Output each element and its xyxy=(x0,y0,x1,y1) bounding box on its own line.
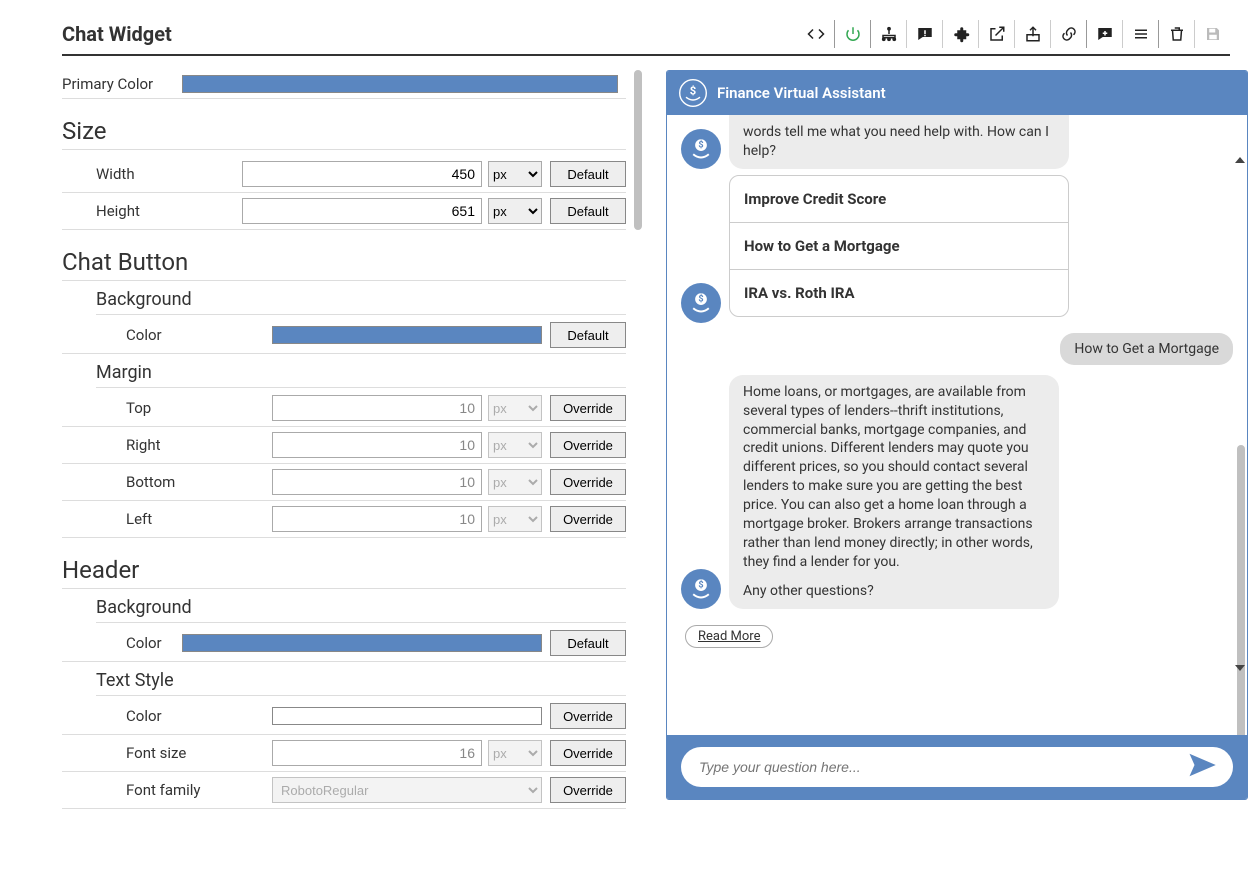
margin-bottom-unit[interactable]: px xyxy=(488,469,542,495)
link-icon[interactable] xyxy=(1050,20,1086,48)
width-input[interactable] xyxy=(242,161,482,187)
chat-header: $ Finance Virtual Assistant xyxy=(667,71,1247,115)
primary-color-label: Primary Color xyxy=(62,75,182,93)
puzzle-icon[interactable] xyxy=(942,20,978,48)
quick-reply-option[interactable]: Improve Credit Score xyxy=(730,176,1068,222)
chat-button-bg-default-button[interactable]: Default xyxy=(550,322,626,348)
page-title: Chat Widget xyxy=(62,22,172,46)
width-unit[interactable]: px xyxy=(488,161,542,187)
header-bg-color-swatch[interactable] xyxy=(182,634,542,652)
text-color-override-button[interactable]: Override xyxy=(550,703,626,729)
size-heading: Size xyxy=(62,117,626,150)
assistant-greeting: words tell me what you need help with. H… xyxy=(729,115,1069,169)
font-size-override-button[interactable]: Override xyxy=(550,740,626,766)
margin-top-label: Top xyxy=(62,399,272,417)
height-default-button[interactable]: Default xyxy=(550,198,626,224)
width-label: Width xyxy=(62,165,242,183)
power-icon[interactable] xyxy=(834,20,870,48)
primary-color-swatch[interactable] xyxy=(182,75,618,93)
settings-panel: Primary Color Size Width px Default Heig… xyxy=(62,70,642,830)
chat-scroll-up-icon[interactable] xyxy=(1235,157,1245,163)
chat-button-bg-heading: Background xyxy=(96,289,626,315)
header-bg-color-label: Color xyxy=(62,634,182,652)
header-heading: Header xyxy=(62,556,626,589)
add-comment-icon[interactable] xyxy=(1086,20,1122,48)
font-size-unit[interactable]: px xyxy=(488,740,542,766)
open-in-new-icon[interactable] xyxy=(978,20,1014,48)
margin-left-input[interactable] xyxy=(272,506,482,532)
svg-text:$: $ xyxy=(698,579,703,590)
font-family-override-button[interactable]: Override xyxy=(550,777,626,803)
chat-button-bg-color-swatch[interactable] xyxy=(272,326,542,344)
quick-reply-option[interactable]: How to Get a Mortgage xyxy=(730,222,1068,269)
margin-right-input[interactable] xyxy=(272,432,482,458)
comment-icon[interactable] xyxy=(906,20,942,48)
chat-scrollbar-thumb[interactable] xyxy=(1237,445,1245,735)
text-style-heading: Text Style xyxy=(96,670,626,696)
chat-header-title: Finance Virtual Assistant xyxy=(717,84,886,102)
assistant-answer-text: Home loans, or mortgages, are available … xyxy=(743,383,1045,572)
read-more-button[interactable]: Read More xyxy=(685,625,773,648)
code-icon[interactable] xyxy=(798,20,834,48)
assistant-answer: Home loans, or mortgages, are available … xyxy=(729,375,1059,609)
sitemap-icon[interactable] xyxy=(870,20,906,48)
assistant-avatar-icon: $ xyxy=(681,129,721,169)
header-bg-heading: Background xyxy=(96,597,626,623)
margin-top-input[interactable] xyxy=(272,395,482,421)
trash-icon[interactable] xyxy=(1158,20,1194,48)
margin-top-override-button[interactable]: Override xyxy=(550,395,626,421)
share-icon[interactable] xyxy=(1014,20,1050,48)
assistant-header-icon: $ xyxy=(679,79,707,107)
chat-input[interactable] xyxy=(697,758,1183,776)
font-size-label: Font size xyxy=(62,744,272,762)
save-icon[interactable] xyxy=(1194,20,1230,48)
margin-right-unit[interactable]: px xyxy=(488,432,542,458)
svg-text:$: $ xyxy=(690,84,696,97)
width-default-button[interactable]: Default xyxy=(550,161,626,187)
margin-left-override-button[interactable]: Override xyxy=(550,506,626,532)
toolbar xyxy=(798,20,1230,48)
height-label: Height xyxy=(62,202,242,220)
font-family-label: Font family xyxy=(62,781,272,799)
send-icon[interactable] xyxy=(1187,750,1217,784)
assistant-followup: Any other questions? xyxy=(743,582,1045,601)
text-color-label: Color xyxy=(62,707,272,725)
header-bg-default-button[interactable]: Default xyxy=(550,630,626,656)
margin-right-label: Right xyxy=(62,436,272,454)
margin-left-unit[interactable]: px xyxy=(488,506,542,532)
margin-top-unit[interactable]: px xyxy=(488,395,542,421)
margin-bottom-override-button[interactable]: Override xyxy=(550,469,626,495)
height-input[interactable] xyxy=(242,198,482,224)
margin-right-override-button[interactable]: Override xyxy=(550,432,626,458)
menu-icon[interactable] xyxy=(1122,20,1158,48)
svg-text:$: $ xyxy=(698,139,703,150)
chat-scroll-down-icon[interactable] xyxy=(1235,665,1245,671)
assistant-avatar-icon: $ xyxy=(681,283,721,323)
chat-input-bar xyxy=(667,735,1247,799)
chat-preview: $ Finance Virtual Assistant $ words tell… xyxy=(666,70,1230,830)
height-unit[interactable]: px xyxy=(488,198,542,224)
margin-heading: Margin xyxy=(96,362,626,388)
font-family-select[interactable]: RobotoRegular xyxy=(272,777,542,803)
svg-text:$: $ xyxy=(698,293,703,304)
user-message: How to Get a Mortgage xyxy=(1060,333,1233,365)
assistant-avatar-icon: $ xyxy=(681,569,721,609)
margin-left-label: Left xyxy=(62,510,272,528)
font-size-input[interactable] xyxy=(272,740,482,766)
chat-button-bg-color-label: Color xyxy=(62,326,272,344)
scrollbar-thumb[interactable] xyxy=(634,70,642,230)
margin-bottom-input[interactable] xyxy=(272,469,482,495)
margin-bottom-label: Bottom xyxy=(62,473,272,491)
text-color-swatch[interactable] xyxy=(272,707,542,725)
chat-button-heading: Chat Button xyxy=(62,248,626,281)
